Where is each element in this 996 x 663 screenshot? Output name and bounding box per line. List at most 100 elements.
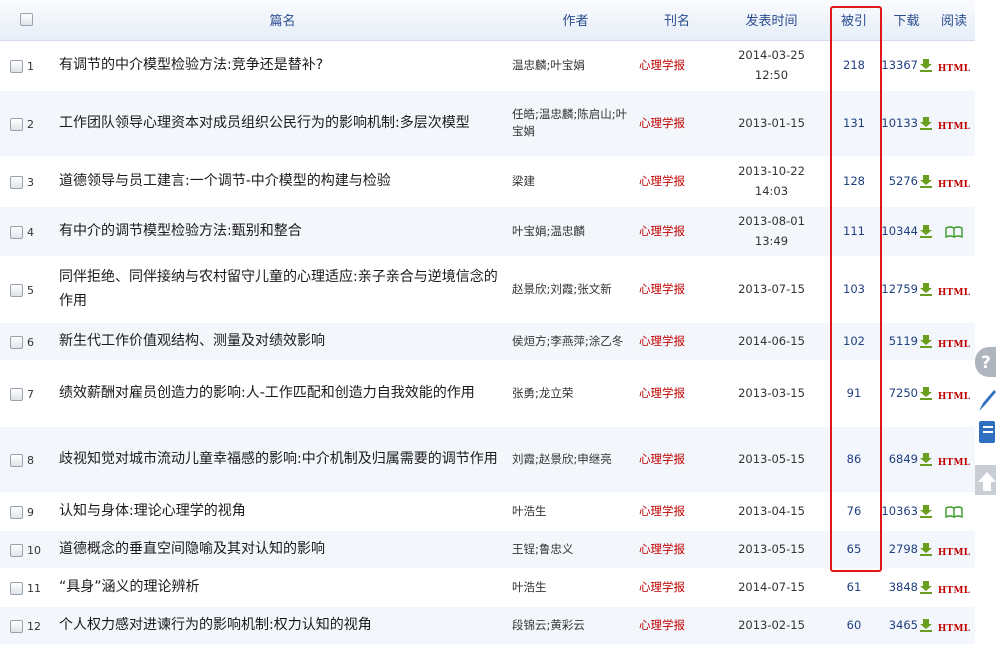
download-arrow-icon[interactable] [919, 58, 933, 73]
download-count: 10344 [881, 223, 918, 238]
html-icon[interactable]: HTML [938, 548, 970, 558]
header-downloads[interactable]: 下载 [880, 0, 933, 41]
article-title[interactable]: 歧视知觉对城市流动儿童幸福感的影响:中介机制及归属需要的调节作用 [53, 426, 512, 493]
article-title[interactable]: 道德概念的垂直空间隐喻及其对认知的影响 [53, 530, 512, 569]
header-title[interactable]: 篇名 [53, 0, 512, 41]
row-checkbox[interactable] [10, 335, 23, 349]
row-checkbox[interactable] [10, 283, 23, 297]
article-title[interactable]: 同伴拒绝、同伴接纳与农村留守儿童的心理适应:亲子亲合与逆境信念的作用 [53, 256, 512, 323]
cite-count: 128 [828, 156, 880, 207]
html-icon[interactable]: HTML [938, 64, 970, 74]
table-row: 6 新生代工作价值观结构、测量及对绩效影响 侯烜方;李燕萍;涂乙冬 心理学报 2… [0, 322, 975, 361]
download-arrow-icon[interactable] [919, 542, 933, 557]
article-journal[interactable]: 心理学报 [639, 568, 715, 607]
html-icon[interactable]: HTML [938, 288, 970, 298]
html-icon[interactable]: HTML [938, 340, 970, 350]
article-journal[interactable]: 心理学报 [639, 206, 715, 257]
row-checkbox[interactable] [10, 175, 23, 189]
article-authors[interactable]: 刘霞;赵景欣;申继亮 [512, 426, 639, 493]
book-icon[interactable] [945, 506, 963, 518]
article-journal[interactable]: 心理学报 [639, 322, 715, 361]
article-journal[interactable]: 心理学报 [639, 360, 715, 427]
date-text: 2013-04-15 [738, 504, 805, 518]
download-arrow-icon[interactable] [919, 224, 933, 239]
download-arrow-icon[interactable] [919, 386, 933, 401]
article-journal[interactable]: 心理学报 [639, 492, 715, 531]
article-authors[interactable]: 任皓;温忠麟;陈启山;叶宝娟 [512, 90, 639, 157]
header-date[interactable]: 发表时间 [715, 0, 828, 41]
article-journal[interactable]: 心理学报 [639, 90, 715, 157]
article-journal[interactable]: 心理学报 [639, 40, 715, 91]
download-arrow-icon[interactable] [919, 334, 933, 349]
read-cell: HTML [933, 568, 975, 607]
row-checkbox[interactable] [10, 505, 23, 519]
select-all-checkbox[interactable] [20, 13, 33, 27]
article-title[interactable]: 认知与身体:理论心理学的视角 [53, 492, 512, 531]
header-author[interactable]: 作者 [512, 0, 639, 41]
row-number: 8 [27, 453, 34, 467]
article-authors[interactable]: 王锃;鲁忠义 [512, 530, 639, 569]
help-question-icon[interactable]: ? [975, 347, 996, 377]
date-text: 2013-03-15 [738, 386, 805, 400]
article-authors[interactable]: 叶浩生 [512, 568, 639, 607]
header-cites[interactable]: 被引 [828, 0, 880, 41]
back-to-top-icon[interactable] [975, 465, 996, 495]
row-checkbox[interactable] [10, 117, 23, 131]
article-title[interactable]: “具身”涵义的理论辨析 [53, 568, 512, 607]
row-number: 12 [27, 619, 41, 633]
article-title[interactable]: 有中介的调节模型检验方法:甄别和整合 [53, 206, 512, 257]
header-read[interactable]: 阅读 [933, 0, 975, 41]
download-arrow-icon[interactable] [919, 174, 933, 189]
article-journal[interactable]: 心理学报 [639, 426, 715, 493]
html-icon[interactable]: HTML [938, 458, 970, 468]
html-icon[interactable]: HTML [938, 624, 970, 634]
row-checkbox[interactable] [10, 581, 23, 595]
article-journal[interactable]: 心理学报 [639, 256, 715, 323]
download-arrow-icon[interactable] [919, 580, 933, 595]
article-authors[interactable]: 叶浩生 [512, 492, 639, 531]
article-journal[interactable]: 心理学报 [639, 530, 715, 569]
download-arrow-icon[interactable] [919, 452, 933, 467]
article-authors[interactable]: 侯烜方;李燕萍;涂乙冬 [512, 322, 639, 361]
article-authors[interactable]: 张勇;龙立荣 [512, 360, 639, 427]
publish-date: 2013-04-15 [715, 492, 828, 531]
download-cell: 3465 [880, 606, 933, 645]
article-authors[interactable]: 温忠麟;叶宝娟 [512, 40, 639, 91]
article-journal[interactable]: 心理学报 [639, 606, 715, 645]
article-title[interactable]: 绩效薪酬对雇员创造力的影响:人-工作匹配和创造力自我效能的作用 [53, 360, 512, 427]
select-cell: 9 [0, 492, 53, 531]
html-icon[interactable]: HTML [938, 180, 970, 190]
download-arrow-icon[interactable] [919, 282, 933, 297]
article-title[interactable]: 个人权力感对进谏行为的影响机制:权力认知的视角 [53, 606, 512, 645]
article-title[interactable]: 新生代工作价值观结构、测量及对绩效影响 [53, 322, 512, 361]
book-icon[interactable] [945, 226, 963, 238]
row-checkbox[interactable] [10, 453, 23, 467]
table-row: 9 认知与身体:理论心理学的视角 叶浩生 心理学报 2013-04-15 76 … [0, 492, 975, 531]
cite-count: 60 [828, 606, 880, 645]
html-icon[interactable]: HTML [938, 392, 970, 402]
html-icon[interactable]: HTML [938, 586, 970, 596]
article-authors[interactable]: 赵景欣;刘霞;张文新 [512, 256, 639, 323]
article-authors[interactable]: 段锦云;黄彩云 [512, 606, 639, 645]
download-cell: 2798 [880, 530, 933, 569]
article-title[interactable]: 有调节的中介模型检验方法:竞争还是替补? [53, 40, 512, 91]
header-journal[interactable]: 刊名 [639, 0, 715, 41]
row-checkbox[interactable] [10, 619, 23, 633]
html-icon[interactable]: HTML [938, 122, 970, 132]
article-authors[interactable]: 梁建 [512, 156, 639, 207]
row-checkbox[interactable] [10, 59, 23, 73]
article-title[interactable]: 道德领导与员工建言:一个调节-中介模型的构建与检验 [53, 156, 512, 207]
row-checkbox[interactable] [10, 543, 23, 557]
download-arrow-icon[interactable] [919, 116, 933, 131]
download-count: 5119 [888, 333, 918, 348]
edit-pencil-icon[interactable] [975, 381, 996, 417]
row-checkbox[interactable] [10, 387, 23, 401]
article-journal[interactable]: 心理学报 [639, 156, 715, 207]
article-authors[interactable]: 叶宝娟;温忠麟 [512, 206, 639, 257]
note-icon[interactable] [975, 417, 996, 447]
row-checkbox[interactable] [10, 225, 23, 239]
download-arrow-icon[interactable] [919, 504, 933, 519]
download-arrow-icon[interactable] [919, 618, 933, 633]
article-title[interactable]: 工作团队领导心理资本对成员组织公民行为的影响机制:多层次模型 [53, 90, 512, 157]
download-count: 13367 [881, 57, 918, 72]
